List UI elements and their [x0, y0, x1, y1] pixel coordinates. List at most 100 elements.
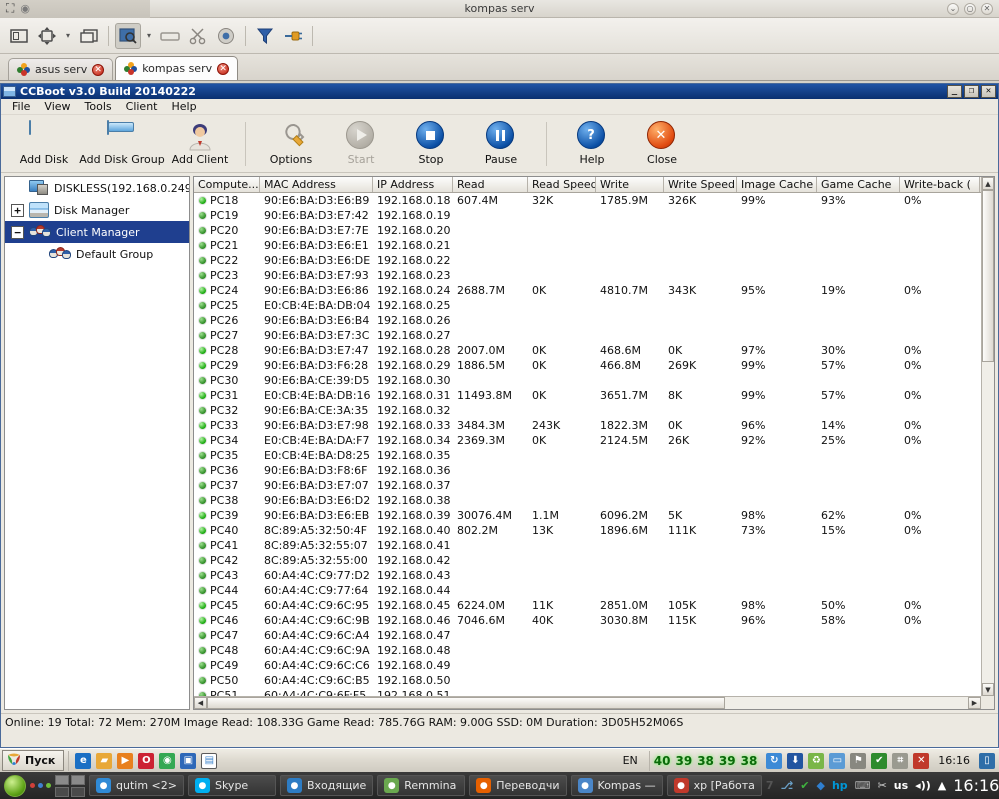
table-row[interactable]: PC27 90:E6:BA:D3:E7:3C 192.168.0.27	[194, 328, 994, 343]
client-grid[interactable]: Compute... MAC Address IP Address Read Read …	[193, 176, 995, 710]
table-row[interactable]: PC39 90:E6:BA:D3:E6:EB 192.168.0.39 30076.4…	[194, 508, 994, 523]
show-hidden-icon[interactable]: ▲	[938, 779, 946, 792]
scroll-down-button[interactable]: ▼	[982, 683, 994, 696]
taskbar-window-remmina[interactable]: ● Remmina	[377, 775, 466, 796]
workspace-pager[interactable]	[55, 774, 85, 797]
add-client-button[interactable]: Add Client	[165, 121, 235, 166]
download-icon[interactable]: ⬇	[787, 752, 804, 769]
language-indicator[interactable]: EN	[617, 754, 644, 767]
tab-kompas-serv[interactable]: kompas serv ✕	[115, 56, 239, 80]
start-button[interactable]: Пуск	[2, 750, 65, 771]
keyboard-icon[interactable]: ⌨	[855, 779, 871, 792]
folder-icon[interactable]: ▰	[96, 752, 113, 769]
menu-tools[interactable]: Tools	[78, 99, 119, 115]
scroll-right-button[interactable]: ▶	[968, 697, 981, 709]
expand-icon[interactable]: +	[11, 203, 24, 217]
table-row[interactable]: PC40 8C:89:A5:32:50:4F 192.168.0.40 802.2M 1…	[194, 523, 994, 538]
stop-button[interactable]: Stop	[396, 121, 466, 166]
display-icon[interactable]: ▭	[829, 752, 846, 769]
workspace-4[interactable]	[71, 786, 85, 797]
screenshot-icon[interactable]	[76, 23, 102, 49]
grid-column-header[interactable]: Read Speed	[528, 177, 596, 192]
volume-muted-icon[interactable]: ✕	[913, 752, 930, 769]
preferences-view-icon[interactable]	[115, 22, 141, 49]
scroll-up-button[interactable]: ▲	[982, 177, 994, 190]
taskbar-window-document[interactable]: ● Kompas —	[570, 775, 663, 796]
application-menu-button[interactable]	[4, 774, 26, 797]
tree-item-default-group[interactable]: Default Group	[5, 243, 189, 265]
help-button[interactable]: ? Help	[557, 121, 627, 166]
grid-header-row[interactable]: Compute... MAC Address IP Address Read Read …	[194, 177, 994, 193]
tab-asus-serv[interactable]: asus serv ✕	[8, 58, 114, 80]
taskbar-window-mail[interactable]: ● Входящие	[279, 775, 374, 796]
keyboard-layout[interactable]: us	[894, 779, 908, 792]
filter-icon[interactable]	[252, 23, 278, 49]
clock-widget-icon[interactable]: 7	[766, 779, 774, 792]
hp-printer-icon[interactable]: hp	[832, 779, 848, 792]
tab-close-icon[interactable]: ✕	[92, 63, 105, 76]
resize-window-icon[interactable]	[34, 23, 60, 49]
checkmark-icon[interactable]: ✔	[800, 779, 809, 792]
collapse-icon[interactable]: −	[11, 225, 24, 239]
add-disk-group-button[interactable]: Add Disk Group	[79, 120, 165, 166]
opera-icon[interactable]: O	[138, 752, 155, 769]
table-row[interactable]: PC19 90:E6:BA:D3:E7:42 192.168.0.19	[194, 208, 994, 223]
vertical-scrollbar[interactable]: ▲ ▼	[981, 177, 994, 696]
table-row[interactable]: PC28 90:E6:BA:D3:E7:47 192.168.0.28 2007.0M…	[194, 343, 994, 358]
disconnect-icon[interactable]	[280, 23, 306, 49]
dropbox-icon[interactable]: ◆	[816, 779, 824, 792]
taskbar-window-vnc[interactable]: ● xp [Работа	[666, 775, 762, 796]
menu-client[interactable]: Client	[119, 99, 165, 115]
horizontal-scrollbar[interactable]: ◀ ▶	[194, 696, 981, 709]
table-row[interactable]: PC47 60:A4:4C:C9:6C:A4 192.168.0.47	[194, 628, 994, 643]
table-row[interactable]: PC35 E0:CB:4E:BA:D8:25 192.168.0.35	[194, 448, 994, 463]
table-row[interactable]: PC30 90:E6:BA:CE:39:D5 192.168.0.30	[194, 373, 994, 388]
ccboot-window-icon[interactable]: ▤	[201, 752, 218, 769]
grid-column-header[interactable]: MAC Address	[260, 177, 373, 192]
table-row[interactable]: PC34 E0:CB:4E:BA:DA:F7 192.168.0.34 2369.3M…	[194, 433, 994, 448]
table-row[interactable]: PC42 8C:89:A5:32:55:00 192.168.0.42	[194, 553, 994, 568]
tray-icons[interactable]: 7 ⎇ ✔ ◆ hp ⌨ ✂ us ◂)) ▲	[766, 779, 946, 792]
quick-launch-bar[interactable]: e ▰ ▶ O ◉ ▣ ▤	[68, 750, 223, 771]
maximize-button[interactable]: ○	[964, 2, 976, 15]
grid-column-header[interactable]: Write-back (	[900, 177, 980, 192]
close-button[interactable]: ✕ Close	[627, 121, 697, 166]
media-player-icon[interactable]: ▶	[117, 752, 134, 769]
menu-help[interactable]: Help	[165, 99, 204, 115]
fullscreen-icon[interactable]	[6, 23, 32, 49]
workspace-dots[interactable]	[30, 783, 51, 788]
grid-column-header[interactable]: Read	[453, 177, 528, 192]
keyboard-icon[interactable]	[157, 23, 183, 49]
tree-item-disk-manager[interactable]: + Disk Manager	[5, 199, 189, 221]
table-row[interactable]: PC37 90:E6:BA:D3:E7:07 192.168.0.37	[194, 478, 994, 493]
table-row[interactable]: PC22 90:E6:BA:D3:E6:DE 192.168.0.22	[194, 253, 994, 268]
workspace-3[interactable]	[55, 786, 69, 797]
taskbar-window-firefox[interactable]: ● Переводчи	[469, 775, 567, 796]
table-row[interactable]: PC48 60:A4:4C:C9:6C:9A 192.168.0.48	[194, 643, 994, 658]
table-row[interactable]: PC43 60:A4:4C:C9:77:D2 192.168.0.43	[194, 568, 994, 583]
table-row[interactable]: PC31 E0:CB:4E:BA:DB:16 192.168.0.31 11493.8…	[194, 388, 994, 403]
grid-column-header[interactable]: IP Address	[373, 177, 453, 192]
table-row[interactable]: PC44 60:A4:4C:C9:77:64 192.168.0.44	[194, 583, 994, 598]
table-row[interactable]: PC23 90:E6:BA:D3:E7:93 192.168.0.23	[194, 268, 994, 283]
vertical-scroll-thumb[interactable]	[982, 190, 994, 362]
flag-icon[interactable]: ⚑	[850, 752, 867, 769]
table-row[interactable]: PC29 90:E6:BA:D3:F6:28 192.168.0.29 1886.5M…	[194, 358, 994, 373]
workspace-2[interactable]	[71, 774, 85, 785]
tray-icons[interactable]: ↻ ⬇ ♻ ▭ ⚑ ✔ ⌗ ✕	[766, 752, 930, 769]
table-row[interactable]: PC26 90:E6:BA:D3:E6:B4 192.168.0.26	[194, 313, 994, 328]
pause-button[interactable]: Pause	[466, 121, 536, 166]
table-row[interactable]: PC32 90:E6:BA:CE:3A:35 192.168.0.32	[194, 403, 994, 418]
add-disk-button[interactable]: Add Disk	[9, 120, 79, 166]
network-icon[interactable]: ⎇	[781, 779, 794, 792]
tree-item-diskless[interactable]: DISKLESS(192.168.0.249)	[5, 177, 189, 199]
ccboot-minimize-button[interactable]: _	[947, 85, 962, 98]
table-row[interactable]: PC38 90:E6:BA:D3:E6:D2 192.168.0.38	[194, 493, 994, 508]
chrome-icon[interactable]: ◉	[159, 752, 176, 769]
table-row[interactable]: PC41 8C:89:A5:32:55:07 192.168.0.41	[194, 538, 994, 553]
grid-column-header[interactable]: Compute...	[194, 177, 260, 192]
volume-icon[interactable]: ◂))	[915, 779, 931, 792]
close-button[interactable]: ✕	[981, 2, 993, 15]
scissors-icon[interactable]: ✂	[878, 779, 887, 792]
desktop-icon[interactable]: ▯	[979, 752, 995, 769]
